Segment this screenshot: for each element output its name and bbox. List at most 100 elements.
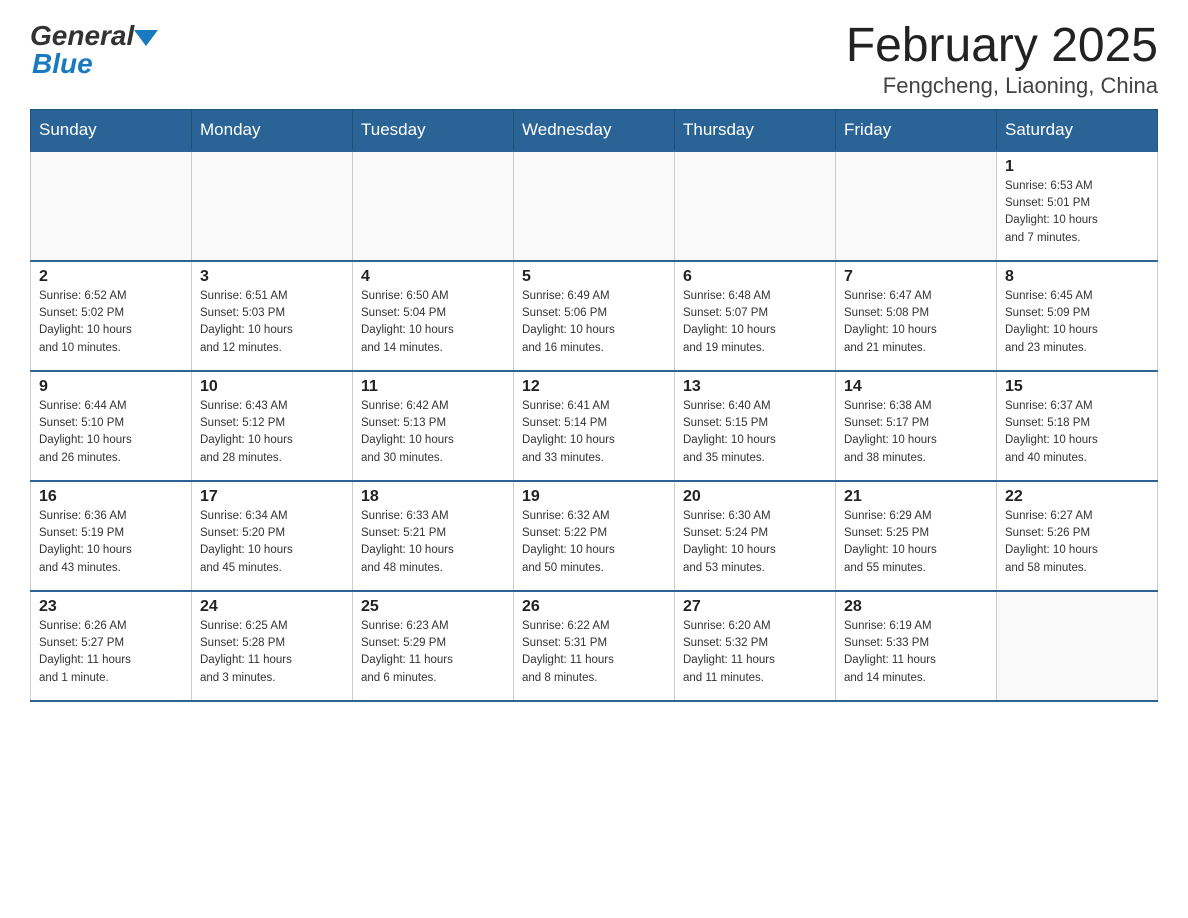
day-info: Sunrise: 6:36 AMSunset: 5:19 PMDaylight:… bbox=[39, 508, 183, 577]
table-row bbox=[514, 151, 675, 261]
day-number: 3 bbox=[200, 268, 344, 286]
table-row: 4Sunrise: 6:50 AMSunset: 5:04 PMDaylight… bbox=[353, 261, 514, 371]
day-number: 11 bbox=[361, 378, 505, 396]
table-row: 1Sunrise: 6:53 AMSunset: 5:01 PMDaylight… bbox=[997, 151, 1158, 261]
table-row: 12 Sunrise: 6:41 AMSunset: 5:14 PMDayligh… bbox=[514, 371, 675, 481]
table-row: 17 Sunrise: 6:34 AMSunset: 5:20 PMDayligh… bbox=[192, 481, 353, 591]
table-row: 5 Sunrise: 6:49 AMSunset: 5:06 PMDaylight… bbox=[514, 261, 675, 371]
table-row: 3 Sunrise: 6:51 AMSunset: 5:03 PMDaylight… bbox=[192, 261, 353, 371]
day-number: 25 bbox=[361, 598, 505, 616]
table-row: 20Sunrise: 6:30 AMSunset: 5:24 PMDayligh… bbox=[675, 481, 836, 591]
day-number: 21 bbox=[844, 488, 988, 506]
day-info: Sunrise: 6:41 AMSunset: 5:14 PMDaylight:… bbox=[522, 398, 666, 467]
header-wednesday: Wednesday bbox=[514, 109, 675, 151]
table-row bbox=[192, 151, 353, 261]
header-sunday: Sunday bbox=[31, 109, 192, 151]
logo-arrow-icon bbox=[134, 30, 158, 46]
day-number: 12 bbox=[522, 378, 666, 396]
calendar-week-row: 9 Sunrise: 6:44 AMSunset: 5:10 PMDaylight… bbox=[31, 371, 1158, 481]
table-row bbox=[675, 151, 836, 261]
day-number: 10 bbox=[200, 378, 344, 396]
table-row: 6 Sunrise: 6:48 AMSunset: 5:07 PMDaylight… bbox=[675, 261, 836, 371]
day-number: 14 bbox=[844, 378, 988, 396]
table-row: 28 Sunrise: 6:19 AMSunset: 5:33 PMDayligh… bbox=[836, 591, 997, 701]
day-number: 6 bbox=[683, 268, 827, 286]
day-number: 22 bbox=[1005, 488, 1149, 506]
table-row: 15 Sunrise: 6:37 AMSunset: 5:18 PMDayligh… bbox=[997, 371, 1158, 481]
day-info: Sunrise: 6:45 AMSunset: 5:09 PMDaylight:… bbox=[1005, 288, 1149, 357]
table-row: 26 Sunrise: 6:22 AMSunset: 5:31 PMDayligh… bbox=[514, 591, 675, 701]
table-row: 8 Sunrise: 6:45 AMSunset: 5:09 PMDaylight… bbox=[997, 261, 1158, 371]
day-number: 26 bbox=[522, 598, 666, 616]
day-number: 27 bbox=[683, 598, 827, 616]
day-info: Sunrise: 6:47 AMSunset: 5:08 PMDaylight:… bbox=[844, 288, 988, 357]
day-info: Sunrise: 6:42 AMSunset: 5:13 PMDaylight:… bbox=[361, 398, 505, 467]
header-monday: Monday bbox=[192, 109, 353, 151]
day-info: Sunrise: 6:33 AMSunset: 5:21 PMDaylight:… bbox=[361, 508, 505, 577]
day-info: Sunrise: 6:48 AMSunset: 5:07 PMDaylight:… bbox=[683, 288, 827, 357]
day-number: 15 bbox=[1005, 378, 1149, 396]
calendar-week-row: 16 Sunrise: 6:36 AMSunset: 5:19 PMDayligh… bbox=[31, 481, 1158, 591]
day-number: 16 bbox=[39, 488, 183, 506]
table-row: 25Sunrise: 6:23 AMSunset: 5:29 PMDayligh… bbox=[353, 591, 514, 701]
calendar-week-row: 23 Sunrise: 6:26 AMSunset: 5:27 PMDayligh… bbox=[31, 591, 1158, 701]
logo-blue-text: Blue bbox=[32, 48, 93, 79]
day-info: Sunrise: 6:25 AMSunset: 5:28 PMDaylight:… bbox=[200, 618, 344, 687]
table-row: 14 Sunrise: 6:38 AMSunset: 5:17 PMDayligh… bbox=[836, 371, 997, 481]
header-thursday: Thursday bbox=[675, 109, 836, 151]
day-info: Sunrise: 6:51 AMSunset: 5:03 PMDaylight:… bbox=[200, 288, 344, 357]
table-row: 13Sunrise: 6:40 AMSunset: 5:15 PMDayligh… bbox=[675, 371, 836, 481]
calendar-week-row: 1Sunrise: 6:53 AMSunset: 5:01 PMDaylight… bbox=[31, 151, 1158, 261]
table-row: 16 Sunrise: 6:36 AMSunset: 5:19 PMDayligh… bbox=[31, 481, 192, 591]
day-number: 20 bbox=[683, 488, 827, 506]
day-number: 8 bbox=[1005, 268, 1149, 286]
logo: General Blue bbox=[30, 20, 158, 80]
day-info: Sunrise: 6:22 AMSunset: 5:31 PMDaylight:… bbox=[522, 618, 666, 687]
day-info: Sunrise: 6:34 AMSunset: 5:20 PMDaylight:… bbox=[200, 508, 344, 577]
day-info: Sunrise: 6:44 AMSunset: 5:10 PMDaylight:… bbox=[39, 398, 183, 467]
day-number: 18 bbox=[361, 488, 505, 506]
day-info: Sunrise: 6:26 AMSunset: 5:27 PMDaylight:… bbox=[39, 618, 183, 687]
table-row bbox=[836, 151, 997, 261]
header-tuesday: Tuesday bbox=[353, 109, 514, 151]
day-number: 13 bbox=[683, 378, 827, 396]
day-number: 5 bbox=[522, 268, 666, 286]
day-info: Sunrise: 6:52 AMSunset: 5:02 PMDaylight:… bbox=[39, 288, 183, 357]
day-number: 17 bbox=[200, 488, 344, 506]
day-number: 7 bbox=[844, 268, 988, 286]
day-number: 24 bbox=[200, 598, 344, 616]
calendar-month-year: February 2025 bbox=[846, 20, 1158, 73]
table-row bbox=[31, 151, 192, 261]
table-row: 9 Sunrise: 6:44 AMSunset: 5:10 PMDaylight… bbox=[31, 371, 192, 481]
calendar-week-row: 2 Sunrise: 6:52 AMSunset: 5:02 PMDaylight… bbox=[31, 261, 1158, 371]
table-row bbox=[353, 151, 514, 261]
table-row: 11 Sunrise: 6:42 AMSunset: 5:13 PMDayligh… bbox=[353, 371, 514, 481]
table-row: 24 Sunrise: 6:25 AMSunset: 5:28 PMDayligh… bbox=[192, 591, 353, 701]
day-info: Sunrise: 6:29 AMSunset: 5:25 PMDaylight:… bbox=[844, 508, 988, 577]
table-row: 23 Sunrise: 6:26 AMSunset: 5:27 PMDayligh… bbox=[31, 591, 192, 701]
day-number: 9 bbox=[39, 378, 183, 396]
day-number: 28 bbox=[844, 598, 988, 616]
table-row: 19Sunrise: 6:32 AMSunset: 5:22 PMDayligh… bbox=[514, 481, 675, 591]
day-number: 23 bbox=[39, 598, 183, 616]
table-row: 7 Sunrise: 6:47 AMSunset: 5:08 PMDaylight… bbox=[836, 261, 997, 371]
table-row: 21 Sunrise: 6:29 AMSunset: 5:25 PMDayligh… bbox=[836, 481, 997, 591]
day-info: Sunrise: 6:20 AMSunset: 5:32 PMDaylight:… bbox=[683, 618, 827, 687]
day-number: 2 bbox=[39, 268, 183, 286]
day-info: Sunrise: 6:19 AMSunset: 5:33 PMDaylight:… bbox=[844, 618, 988, 687]
table-row: 22 Sunrise: 6:27 AMSunset: 5:26 PMDayligh… bbox=[997, 481, 1158, 591]
day-info: Sunrise: 6:37 AMSunset: 5:18 PMDaylight:… bbox=[1005, 398, 1149, 467]
header-friday: Friday bbox=[836, 109, 997, 151]
header-saturday: Saturday bbox=[997, 109, 1158, 151]
weekday-header-row: Sunday Monday Tuesday Wednesday Thursday… bbox=[31, 109, 1158, 151]
day-info: Sunrise: 6:49 AMSunset: 5:06 PMDaylight:… bbox=[522, 288, 666, 357]
day-info: Sunrise: 6:38 AMSunset: 5:17 PMDaylight:… bbox=[844, 398, 988, 467]
page-header: General Blue February 2025 Fengcheng, Li… bbox=[30, 20, 1158, 99]
table-row: 18 Sunrise: 6:33 AMSunset: 5:21 PMDayligh… bbox=[353, 481, 514, 591]
day-number: 19 bbox=[522, 488, 666, 506]
table-row: 2 Sunrise: 6:52 AMSunset: 5:02 PMDaylight… bbox=[31, 261, 192, 371]
table-row: 27 Sunrise: 6:20 AMSunset: 5:32 PMDayligh… bbox=[675, 591, 836, 701]
day-info: Sunrise: 6:27 AMSunset: 5:26 PMDaylight:… bbox=[1005, 508, 1149, 577]
calendar-location: Fengcheng, Liaoning, China bbox=[846, 73, 1158, 99]
table-row: 10Sunrise: 6:43 AMSunset: 5:12 PMDayligh… bbox=[192, 371, 353, 481]
